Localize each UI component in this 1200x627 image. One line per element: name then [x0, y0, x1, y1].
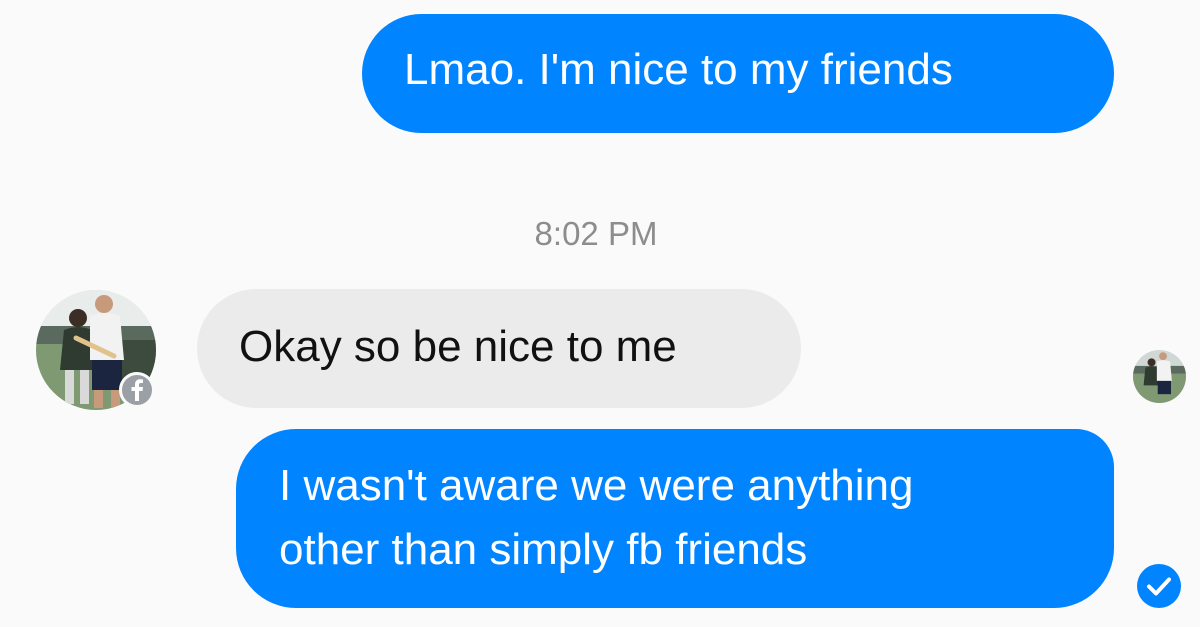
seen-avatar-icon: [1133, 350, 1186, 403]
received-message-bubble[interactable]: Okay so be nice to me: [197, 289, 801, 408]
facebook-icon: [119, 372, 155, 408]
sent-message-bubble[interactable]: Lmao. I'm nice to my friends: [362, 14, 1114, 133]
check-circle-icon: [1137, 564, 1181, 608]
sent-message-bubble[interactable]: I wasn't aware we were anything other th…: [236, 429, 1114, 608]
message-timestamp: 8:02 PM: [534, 215, 658, 252]
message-thread: Lmao. I'm nice to my friends 8:02 PM Oka…: [0, 0, 1200, 627]
